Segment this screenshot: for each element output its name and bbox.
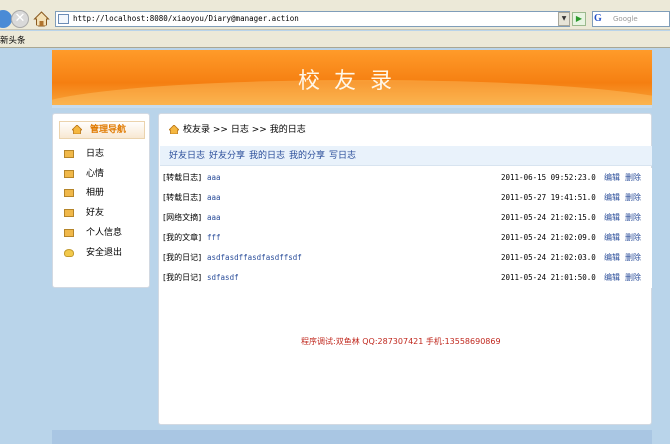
tab-my-share[interactable]: 我的分享 <box>289 150 325 162</box>
sidebar-item-label: 日志 <box>86 149 105 159</box>
folder-icon <box>64 170 74 178</box>
footer-credit: 程序调试:双鱼林 QQ:287307421 手机:13558690869 <box>301 336 512 348</box>
diary-title-link[interactable]: sdfasdf <box>207 268 239 288</box>
site-title: 校友录 <box>297 69 406 94</box>
diary-type: [转载日志] <box>163 173 202 182</box>
address-input[interactable]: http://localhost:8080/xiaoyou/Diary@mana… <box>55 11 570 27</box>
diary-title-link[interactable]: fff <box>207 228 221 248</box>
site-banner: 校友录 <box>52 50 652 105</box>
go-button[interactable]: ▶ <box>572 12 586 26</box>
breadcrumb-current: 我的日志 <box>269 125 306 135</box>
diary-title-link[interactable]: aaa <box>207 188 221 208</box>
breadcrumb-separator: >> <box>251 125 267 135</box>
home-icon <box>169 125 179 134</box>
diary-title-link[interactable]: asdfasdffasdfasdffsdf <box>207 248 302 268</box>
table-row: [网络文摘] aaa 2011-05-24 21:02:15.0 编辑 删除 <box>160 208 652 228</box>
folder-icon <box>64 229 74 237</box>
breadcrumb: 校友录 >> 日志 >> 我的日志 <box>169 124 306 136</box>
home-icon <box>72 125 82 134</box>
tab-bar: 好友日志 好友分享 我的日志 我的分享 写日志 <box>160 146 652 166</box>
delete-link[interactable]: 删除 <box>625 208 641 228</box>
edit-link[interactable]: 编辑 <box>604 168 620 188</box>
diary-title-link[interactable]: aaa <box>207 208 221 228</box>
banner-shadow <box>52 105 652 108</box>
diary-type: [网络文摘] <box>163 213 202 222</box>
folder-icon <box>64 209 74 217</box>
diary-date: 2011-05-24 21:01:50.0 <box>501 273 596 282</box>
sidebar-item-diary[interactable]: 日志 <box>53 145 149 163</box>
table-row: [转载日志] aaa 2011-05-27 19:41:51.0 编辑 删除 <box>160 188 652 208</box>
breadcrumb-home[interactable]: 校友录 <box>183 125 210 135</box>
sidebar-heading: 管理导航 <box>59 121 145 139</box>
sidebar-item-mood[interactable]: 心情 <box>53 165 149 183</box>
home-icon[interactable] <box>33 11 50 27</box>
address-toolbar: ✕ http://localhost:8080/xiaoyou/Diary@ma… <box>0 8 670 30</box>
diary-date: 2011-06-15 09:52:23.0 <box>501 173 596 182</box>
diary-date: 2011-05-27 19:41:51.0 <box>501 193 596 202</box>
edit-link[interactable]: 编辑 <box>604 248 620 268</box>
diary-type: [我的日记] <box>163 253 202 262</box>
favorites-link[interactable]: 新头条 <box>0 34 26 46</box>
breadcrumb-separator: >> <box>212 125 228 135</box>
stop-icon[interactable]: ✕ <box>11 10 29 28</box>
tab-friend-diary[interactable]: 好友日志 <box>169 150 205 162</box>
delete-link[interactable]: 删除 <box>625 168 641 188</box>
sidebar-item-profile[interactable]: 个人信息 <box>53 224 149 242</box>
diary-list: [转载日志] aaa 2011-06-15 09:52:23.0 编辑 删除 [… <box>160 168 652 288</box>
edit-link[interactable]: 编辑 <box>604 228 620 248</box>
sidebar-heading-label: 管理导航 <box>90 125 127 135</box>
table-row: [我的日记] asdfasdffasdfasdffsdf 2011-05-24 … <box>160 248 652 268</box>
bottom-strip <box>52 430 652 444</box>
main-panel: 校友录 >> 日志 >> 我的日志 好友日志 好友分享 我的日志 我的分享 写日… <box>158 113 652 425</box>
edit-link[interactable]: 编辑 <box>604 188 620 208</box>
tab-my-diary[interactable]: 我的日志 <box>249 150 285 162</box>
address-text: http://localhost:8080/xiaoyou/Diary@mana… <box>73 14 299 23</box>
diary-title-link[interactable]: aaa <box>207 168 221 188</box>
google-icon: G <box>594 13 602 24</box>
delete-link[interactable]: 删除 <box>625 188 641 208</box>
sidebar-item-label: 相册 <box>86 188 105 198</box>
folder-icon <box>64 150 74 158</box>
sidebar-item-logout[interactable]: 安全退出 <box>53 244 149 262</box>
edit-link[interactable]: 编辑 <box>604 208 620 228</box>
sidebar-item-label: 好友 <box>86 208 105 218</box>
sidebar: 管理导航 日志 心情 相册 好友 个人信息 安全退出 <box>52 113 150 288</box>
sidebar-item-album[interactable]: 相册 <box>53 184 149 202</box>
table-row: [我的日记] sdfasdf 2011-05-24 21:01:50.0 编辑 … <box>160 268 652 288</box>
folder-icon <box>64 189 74 197</box>
lamp-icon <box>64 249 74 257</box>
diary-date: 2011-05-24 21:02:03.0 <box>501 253 596 262</box>
diary-date: 2011-05-24 21:02:09.0 <box>501 233 596 242</box>
diary-date: 2011-05-24 21:02:15.0 <box>501 213 596 222</box>
favorites-bar: 新头条 <box>0 31 670 48</box>
table-row: [转载日志] aaa 2011-06-15 09:52:23.0 编辑 删除 <box>160 168 652 188</box>
menu-bar <box>0 0 670 8</box>
breadcrumb-diary[interactable]: 日志 <box>231 125 249 135</box>
table-row: [我的文章] fff 2011-05-24 21:02:09.0 编辑 删除 <box>160 228 652 248</box>
sidebar-item-label: 个人信息 <box>86 228 123 238</box>
search-placeholder: Google <box>613 15 638 23</box>
address-dropdown-icon[interactable]: ▼ <box>558 12 570 26</box>
search-input[interactable]: G Google <box>592 11 670 27</box>
tab-write-diary[interactable]: 写日志 <box>329 150 356 162</box>
sidebar-item-friends[interactable]: 好友 <box>53 204 149 222</box>
delete-link[interactable]: 删除 <box>625 268 641 288</box>
diary-type: [我的日记] <box>163 273 202 282</box>
sidebar-item-label: 心情 <box>86 169 105 179</box>
delete-link[interactable]: 删除 <box>625 248 641 268</box>
page-icon <box>58 14 69 24</box>
sidebar-item-label: 安全退出 <box>86 248 123 258</box>
delete-link[interactable]: 删除 <box>625 228 641 248</box>
edit-link[interactable]: 编辑 <box>604 268 620 288</box>
tab-friend-share[interactable]: 好友分享 <box>209 150 245 162</box>
diary-type: [我的文章] <box>163 233 202 242</box>
diary-type: [转载日志] <box>163 193 202 202</box>
